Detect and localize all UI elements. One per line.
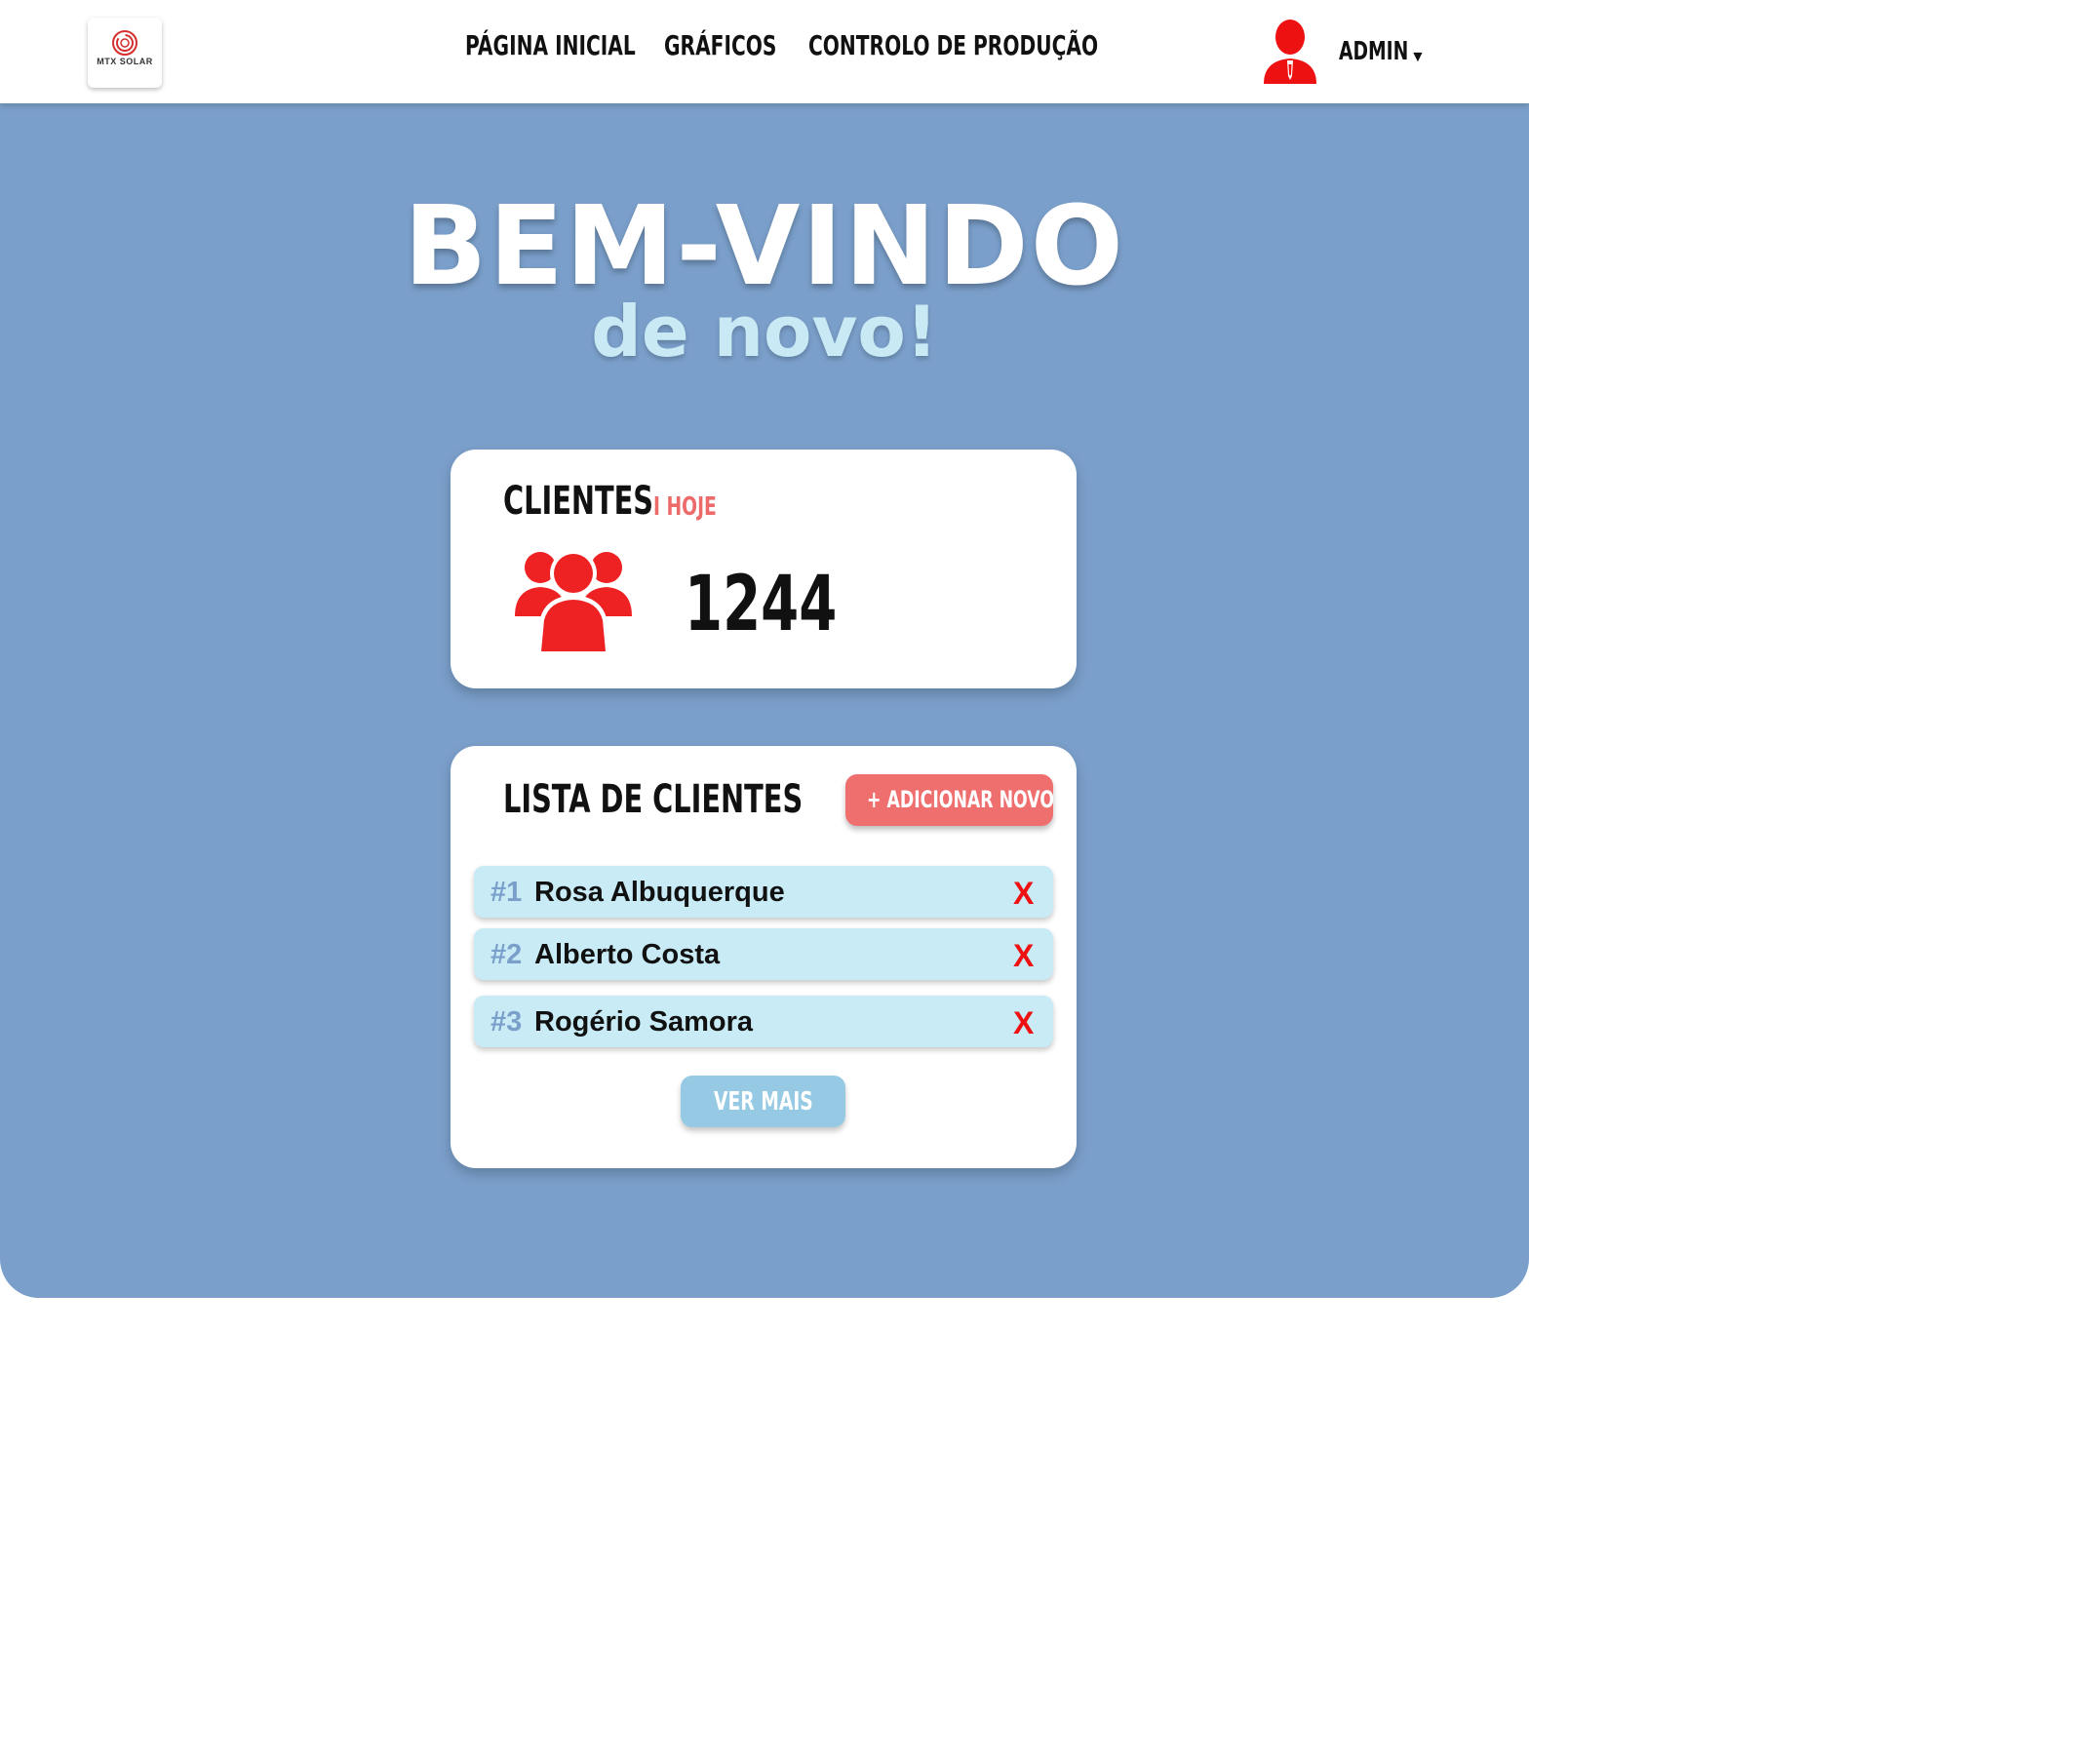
client-name: Rogério Samora	[534, 1006, 753, 1038]
add-client-label: + ADICIONAR NOVO	[867, 786, 1055, 813]
see-more-label: VER MAIS	[714, 1087, 813, 1117]
remove-client-button[interactable]: X	[1013, 876, 1034, 912]
client-list-title: LISTA DE CLIENTES	[503, 777, 804, 822]
see-more-button[interactable]: VER MAIS	[681, 1076, 845, 1127]
client-list-card: LISTA DE CLIENTES + ADICIONAR NOVO #1 Ro…	[451, 746, 1077, 1168]
client-name: Alberto Costa	[534, 939, 721, 970]
user-menu-name[interactable]: ADMIN	[1339, 37, 1408, 66]
welcome-subtitle: de novo!	[591, 291, 938, 372]
logo-swirl-icon	[112, 30, 137, 56]
user-avatar-icon[interactable]	[1262, 18, 1318, 84]
nav-link-charts[interactable]: GRÁFICOS	[664, 29, 776, 61]
list-item[interactable]: #3 Rogério Samora X	[474, 996, 1053, 1047]
top-navigation-bar: MTX SOLAR PÁGINA INICIAL GRÁFICOS CONTRO…	[0, 0, 1529, 103]
logo-text: MTX SOLAR	[97, 57, 153, 66]
client-name: Rosa Albuquerque	[534, 877, 785, 908]
client-number: #3	[490, 1006, 523, 1038]
clients-count: 1244	[685, 561, 838, 648]
clients-card-title: CLIENTES	[503, 479, 654, 524]
nav-link-home[interactable]: PÁGINA INICIAL	[465, 29, 636, 61]
remove-client-button[interactable]: X	[1013, 938, 1034, 974]
client-number: #2	[490, 939, 523, 970]
list-item[interactable]: #2 Alberto Costa X	[474, 928, 1053, 980]
list-item[interactable]: #1 Rosa Albuquerque X	[474, 866, 1053, 918]
clients-card-period: I HOJE	[653, 492, 717, 522]
client-number: #1	[490, 877, 523, 908]
add-client-button[interactable]: + ADICIONAR NOVO	[845, 774, 1055, 826]
clients-today-card: CLIENTES I HOJE 1244	[451, 450, 1077, 688]
users-group-icon	[515, 550, 632, 651]
company-logo[interactable]: MTX SOLAR	[88, 18, 162, 88]
remove-client-button[interactable]: X	[1013, 1005, 1034, 1041]
app-background: MTX SOLAR PÁGINA INICIAL GRÁFICOS CONTRO…	[0, 0, 1529, 1298]
chevron-down-icon[interactable]: ▼	[1410, 49, 1426, 66]
nav-link-production-control[interactable]: CONTROLO DE PRODUÇÃO	[808, 29, 1098, 61]
